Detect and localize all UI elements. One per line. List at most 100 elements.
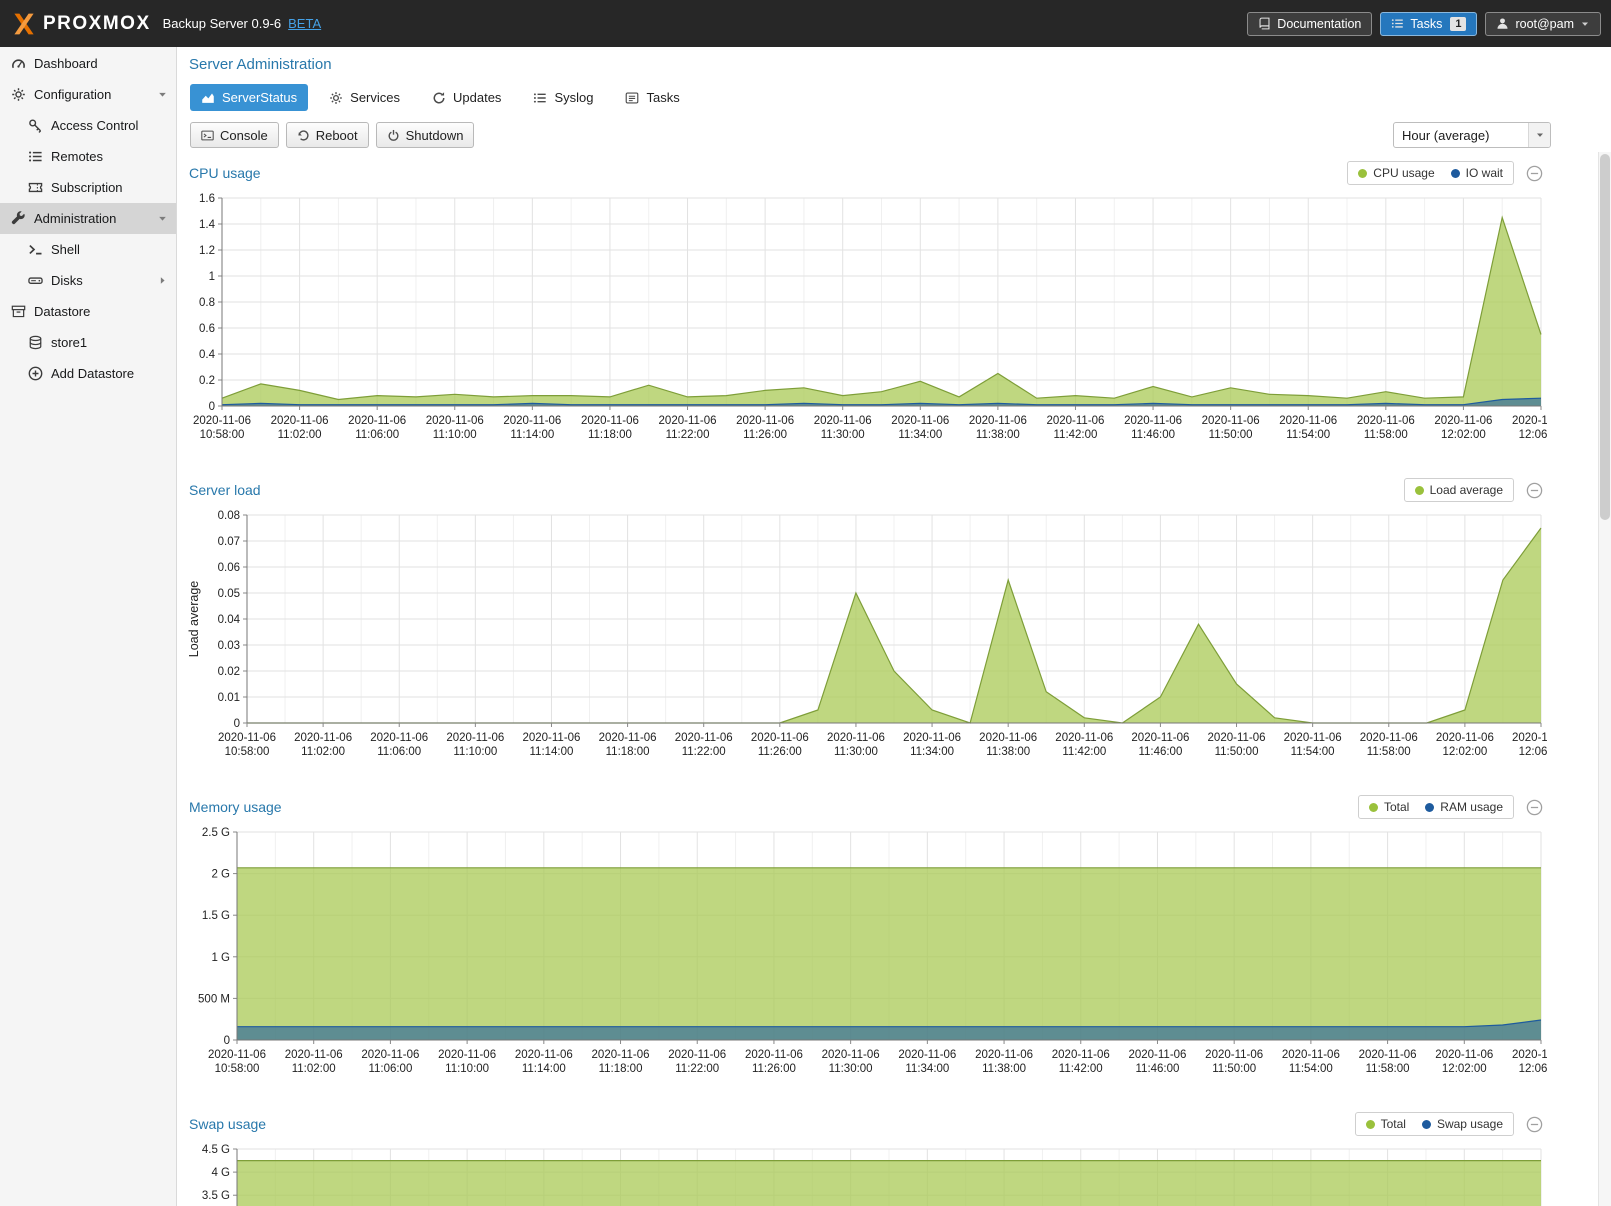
svg-text:2020-11-06: 2020-11-06: [1055, 732, 1113, 744]
caret-down-icon[interactable]: [157, 213, 168, 224]
tab-bar: ServerStatus Services Updates Syslog Tasks: [190, 84, 1611, 111]
svg-text:11:42:00: 11:42:00: [1062, 746, 1106, 758]
tab-updates[interactable]: Updates: [421, 84, 512, 111]
panel-header: Server loadLoad average: [185, 475, 1547, 505]
svg-text:11:02:00: 11:02:00: [278, 429, 322, 441]
svg-text:4 G: 4 G: [211, 1167, 230, 1179]
svg-text:11:02:00: 11:02:00: [292, 1063, 336, 1075]
collapse-panel-button[interactable]: [1526, 482, 1543, 499]
sidebar-item-label: Shell: [51, 242, 80, 257]
svg-text:11:38:00: 11:38:00: [982, 1063, 1026, 1075]
charts-container: CPU usageCPU usageIO wait00.20.40.60.811…: [177, 148, 1611, 1206]
sidebar-item-shell[interactable]: Shell: [0, 234, 176, 265]
svg-text:2020-11-06: 2020-11-06: [1357, 415, 1415, 427]
tab-serverstatus[interactable]: ServerStatus: [190, 84, 308, 111]
svg-text:4.5 G: 4.5 G: [202, 1144, 230, 1156]
panel-cpu-usage: CPU usageCPU usageIO wait00.20.40.60.811…: [185, 158, 1547, 459]
chart-legend: Load average: [1404, 478, 1514, 502]
svg-text:11:18:00: 11:18:00: [606, 746, 650, 758]
beta-link[interactable]: BETA: [288, 16, 321, 31]
svg-text:11:26:00: 11:26:00: [752, 1063, 796, 1075]
svg-text:11:26:00: 11:26:00: [758, 746, 802, 758]
panel-header: CPU usageCPU usageIO wait: [185, 158, 1547, 188]
tab-syslog[interactable]: Syslog: [522, 84, 604, 111]
gears-icon: [11, 87, 26, 102]
sidebar-item-store1[interactable]: store1: [0, 327, 176, 358]
console-button[interactable]: Console: [190, 122, 279, 148]
sidebar-item-datastore[interactable]: Datastore: [0, 296, 176, 327]
vertical-scrollbar[interactable]: [1598, 152, 1611, 1206]
caret-down-icon[interactable]: [157, 89, 168, 100]
svg-text:2020-11-06: 2020-11-06: [1208, 732, 1266, 744]
reboot-button[interactable]: Reboot: [286, 122, 369, 148]
svg-text:2020-11-06: 2020-11-06: [1359, 1049, 1417, 1061]
scrollbar-thumb[interactable]: [1600, 154, 1610, 520]
svg-text:10:58:00: 10:58:00: [200, 429, 245, 441]
svg-text:2020-11-06: 2020-11-06: [1202, 415, 1260, 427]
collapse-panel-button[interactable]: [1526, 165, 1543, 182]
caret-right-icon[interactable]: [157, 275, 168, 286]
book-icon: [1258, 17, 1271, 30]
key-icon: [28, 118, 43, 133]
chart-legend: CPU usageIO wait: [1347, 161, 1514, 185]
svg-text:2020-11-06: 2020-11-06: [426, 415, 484, 427]
svg-text:11:30:00: 11:30:00: [829, 1063, 873, 1075]
svg-text:3.5 G: 3.5 G: [202, 1190, 230, 1202]
svg-text:11:50:00: 11:50:00: [1212, 1063, 1256, 1075]
collapse-panel-button[interactable]: [1526, 799, 1543, 816]
tab-tasks[interactable]: Tasks: [614, 84, 690, 111]
svg-text:2020-11-06: 2020-11-06: [675, 732, 733, 744]
sidebar-item-dashboard[interactable]: Dashboard: [0, 48, 176, 79]
sidebar-item-add-datastore[interactable]: Add Datastore: [0, 358, 176, 389]
sidebar-item-remotes[interactable]: Remotes: [0, 141, 176, 172]
proxmox-x-icon: [10, 12, 38, 36]
panel-title: Swap usage: [189, 1116, 266, 1132]
svg-text:11:18:00: 11:18:00: [588, 429, 632, 441]
sidebar-nav: DashboardConfigurationAccess ControlRemo…: [0, 47, 177, 1206]
tasks-button[interactable]: Tasks 1: [1380, 12, 1477, 36]
sidebar-item-label: Administration: [34, 211, 116, 226]
svg-text:2020-11-06: 2020-11-06: [903, 732, 961, 744]
documentation-button[interactable]: Documentation: [1247, 12, 1372, 36]
list-icon: [533, 91, 547, 105]
svg-text:11:54:00: 11:54:00: [1291, 746, 1335, 758]
svg-text:2020-11-06: 2020-11-06: [1435, 1049, 1493, 1061]
user-label: root@pam: [1515, 17, 1574, 31]
svg-text:0.6: 0.6: [199, 323, 215, 335]
svg-text:0: 0: [209, 401, 215, 413]
chart-area: 0500 M1 G1.5 G2 G2.5 G3 G3.5 G4 G4.5 G20…: [185, 1139, 1547, 1206]
sidebar-item-administration[interactable]: Administration: [0, 203, 176, 234]
svg-text:2020-11-06: 2020-11-06: [438, 1049, 496, 1061]
button-label: Console: [220, 128, 268, 143]
svg-text:2020-11-06: 2020-11-06: [736, 415, 794, 427]
sidebar-item-subscription[interactable]: Subscription: [0, 172, 176, 203]
svg-text:2020-11-06: 2020-11-06: [599, 732, 657, 744]
svg-text:Load average: Load average: [187, 581, 201, 658]
svg-text:2020-11-06: 2020-11-06: [592, 1049, 650, 1061]
product-version: Backup Server 0.9-6: [163, 16, 282, 31]
svg-text:2020-11-06: 2020-11-06: [285, 1049, 343, 1061]
svg-text:2020-11-06: 2020-11-06: [361, 1049, 419, 1061]
svg-text:12:02:00: 12:02:00: [1442, 1063, 1487, 1075]
user-menu-button[interactable]: root@pam: [1485, 12, 1601, 36]
tab-services[interactable]: Services: [318, 84, 411, 111]
tab-label: ServerStatus: [222, 90, 297, 105]
sidebar-item-access-control[interactable]: Access Control: [0, 110, 176, 141]
panel-header: Swap usageTotalSwap usage: [185, 1109, 1547, 1139]
proxmox-logo[interactable]: PROXMOX: [10, 12, 151, 36]
legend-label: Swap usage: [1437, 1117, 1503, 1131]
time-range-select[interactable]: Hour (average): [1393, 122, 1551, 148]
svg-text:2020-11-06: 2020-11-06: [975, 1049, 1033, 1061]
legend-label: RAM usage: [1440, 800, 1503, 814]
svg-text:11:50:00: 11:50:00: [1209, 429, 1253, 441]
shutdown-button[interactable]: Shutdown: [376, 122, 475, 148]
terminal-icon: [201, 129, 214, 142]
page-title: Server Administration: [189, 56, 1611, 73]
button-label: Shutdown: [406, 128, 464, 143]
legend-item: RAM usage: [1425, 800, 1503, 814]
list-icon: [28, 149, 43, 164]
collapse-panel-button[interactable]: [1526, 1116, 1543, 1133]
sidebar-item-configuration[interactable]: Configuration: [0, 79, 176, 110]
sidebar-item-disks[interactable]: Disks: [0, 265, 176, 296]
refresh-icon: [432, 91, 446, 105]
